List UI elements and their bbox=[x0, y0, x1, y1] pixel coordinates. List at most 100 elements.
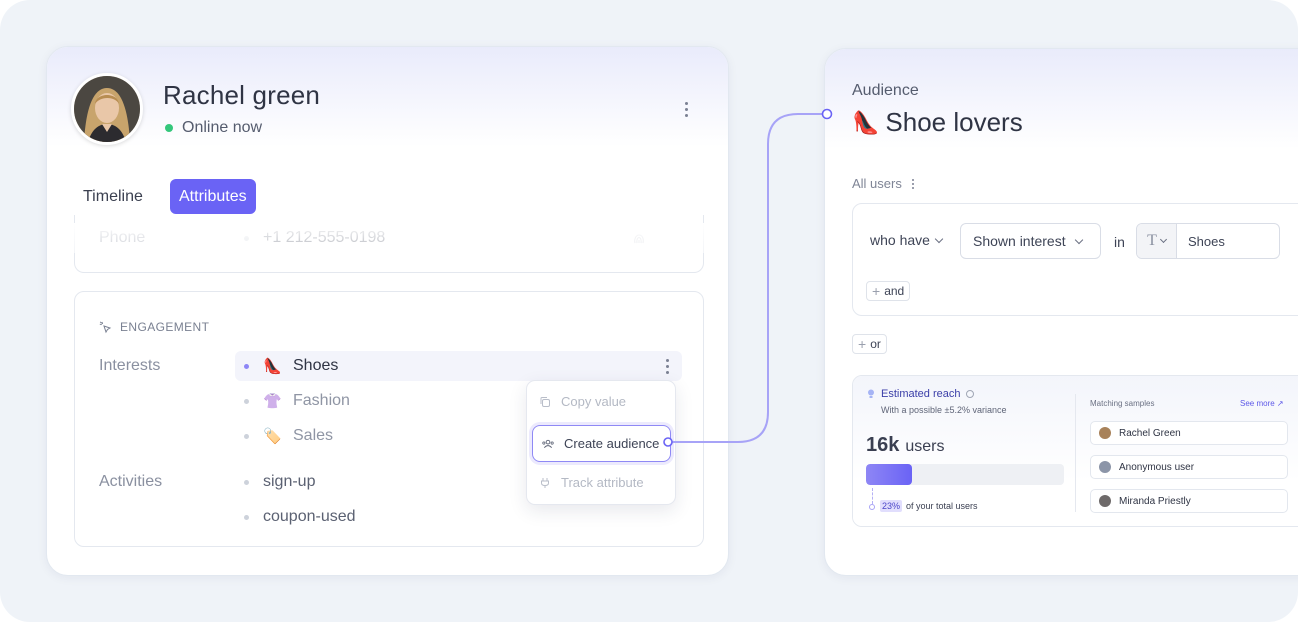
scope-label[interactable]: All users bbox=[852, 176, 902, 191]
bullet-icon bbox=[244, 514, 249, 520]
bullet-icon bbox=[244, 235, 249, 241]
lightbulb-icon bbox=[868, 389, 874, 398]
contact-section bbox=[74, 215, 704, 273]
copy-icon bbox=[540, 396, 550, 407]
menu-item-track-attribute[interactable]: Track attribute bbox=[539, 475, 644, 490]
reach-count-value: 16k bbox=[866, 434, 900, 456]
sample-user-name: Rachel Green bbox=[1119, 427, 1181, 439]
sample-user-name: Anonymous user bbox=[1119, 461, 1195, 473]
interest-fashion[interactable]: 👚 Fashion bbox=[244, 392, 350, 410]
see-more-link[interactable]: See more ↗ bbox=[1240, 399, 1284, 408]
activity-label: coupon-used bbox=[263, 508, 356, 525]
bullet-icon bbox=[244, 398, 249, 404]
chevron-down-icon bbox=[1074, 235, 1083, 244]
user-name: Rachel green bbox=[163, 80, 321, 110]
interest-shoes[interactable]: 👠 Shoes bbox=[244, 357, 338, 375]
activity-item: coupon-used bbox=[244, 508, 356, 526]
bullet-icon bbox=[244, 363, 249, 369]
blouse-icon: 👚 bbox=[263, 393, 282, 410]
sample-user-name: Miranda Priestly bbox=[1119, 495, 1191, 507]
and-label: and bbox=[884, 284, 905, 298]
who-have-dropdown[interactable]: who have bbox=[870, 232, 944, 248]
high-heel-icon: 👠 bbox=[852, 109, 880, 135]
phone-value-text: +1 212-555-0198 bbox=[263, 229, 386, 246]
reach-progress-fill bbox=[866, 464, 912, 485]
reach-count: 16k users bbox=[866, 434, 945, 457]
reach-percent-badge: 23% bbox=[880, 500, 903, 512]
interest-sales[interactable]: 🏷️ Sales bbox=[244, 427, 333, 445]
phone-value: +1 212-555-0198 bbox=[244, 229, 385, 247]
reach-count-unit: users bbox=[905, 438, 945, 455]
audience-scope: All users bbox=[852, 176, 914, 191]
avatar bbox=[1099, 427, 1111, 439]
type-selector[interactable]: T bbox=[1137, 224, 1177, 258]
interest-label: Fashion bbox=[293, 392, 350, 409]
engagement-header: ENGAGEMENT bbox=[99, 320, 209, 334]
reach-title-text: Estimated reach bbox=[881, 388, 961, 400]
menu-item-label: Track attribute bbox=[561, 475, 644, 490]
audience-label: Audience bbox=[852, 82, 919, 99]
bullet-icon bbox=[244, 433, 249, 439]
audience-name: 👠 Shoe lovers bbox=[852, 107, 1023, 138]
scope-more-icon[interactable] bbox=[911, 178, 914, 189]
panel-divider bbox=[1075, 394, 1076, 512]
reach-percent: 23% of your total users bbox=[880, 500, 978, 512]
high-heel-icon: 👠 bbox=[263, 358, 282, 375]
profile-more-icon[interactable] bbox=[685, 102, 688, 117]
bullet-icon bbox=[244, 479, 249, 485]
header-gradient bbox=[47, 47, 728, 147]
text-type-icon: T bbox=[1147, 232, 1157, 249]
avatar bbox=[1099, 495, 1111, 507]
audience-name-text: Shoe lovers bbox=[885, 107, 1023, 137]
activity-label: sign-up bbox=[263, 473, 316, 490]
user-profile-card: Rachel green Online now Timeline Attribu… bbox=[46, 46, 729, 576]
condition-label: Shown interest bbox=[973, 233, 1066, 249]
context-menu: Copy value Create audience Track attribu… bbox=[526, 380, 676, 505]
reach-marker-line bbox=[872, 488, 873, 504]
reach-panel: Estimated reach With a possible ±5.2% va… bbox=[852, 375, 1298, 527]
reach-percent-text: of your total users bbox=[906, 501, 978, 511]
add-and-button[interactable]: + and bbox=[866, 281, 911, 301]
reach-marker-dot bbox=[869, 504, 875, 510]
fingerprint-icon bbox=[634, 234, 644, 244]
phone-label: Phone bbox=[99, 229, 146, 246]
add-or-button[interactable]: + or bbox=[852, 334, 887, 354]
audience-icon bbox=[542, 439, 554, 448]
status-text: Online now bbox=[182, 119, 263, 136]
reach-variance: With a possible ±5.2% variance bbox=[881, 405, 1007, 415]
activities-label: Activities bbox=[99, 473, 163, 490]
value-text: Shoes bbox=[1188, 233, 1225, 249]
value-input[interactable]: T Shoes bbox=[1136, 223, 1280, 259]
activity-item: sign-up bbox=[244, 473, 315, 491]
samples-title: Matching samples bbox=[1090, 399, 1155, 408]
avatar-image bbox=[74, 76, 140, 142]
menu-item-copy-value[interactable]: Copy value bbox=[539, 394, 626, 409]
avatar bbox=[1099, 461, 1111, 473]
or-label: or bbox=[870, 337, 881, 351]
avatar bbox=[71, 73, 143, 145]
info-icon bbox=[966, 390, 975, 398]
interest-label: Sales bbox=[293, 427, 334, 444]
sample-user-row[interactable]: Miranda Priestly bbox=[1090, 489, 1288, 513]
condition-select[interactable]: Shown interest bbox=[960, 223, 1101, 259]
in-label: in bbox=[1114, 234, 1125, 250]
plus-icon: + bbox=[858, 336, 867, 352]
online-status: Online now bbox=[165, 119, 262, 137]
cursor-click-icon bbox=[99, 320, 112, 333]
chevron-down-icon bbox=[1159, 235, 1167, 244]
tab-timeline[interactable]: Timeline bbox=[74, 179, 152, 214]
interest-more-icon[interactable] bbox=[666, 359, 669, 374]
who-have-label: who have bbox=[870, 232, 930, 248]
canvas: Rachel green Online now Timeline Attribu… bbox=[0, 0, 1298, 622]
online-dot-icon bbox=[165, 124, 173, 132]
menu-item-label: Copy value bbox=[561, 394, 627, 409]
chevron-down-icon bbox=[934, 234, 944, 243]
sample-user-row[interactable]: Anonymous user bbox=[1090, 455, 1288, 479]
sample-user-row[interactable]: Rachel Green bbox=[1090, 421, 1288, 445]
menu-item-label: Create audience bbox=[564, 436, 660, 451]
menu-item-create-audience[interactable]: Create audience bbox=[532, 425, 671, 462]
tag-icon: 🏷️ bbox=[263, 428, 282, 445]
reach-progress-bar bbox=[866, 464, 1064, 485]
tab-attributes[interactable]: Attributes bbox=[170, 179, 256, 214]
engagement-title: ENGAGEMENT bbox=[120, 320, 210, 334]
